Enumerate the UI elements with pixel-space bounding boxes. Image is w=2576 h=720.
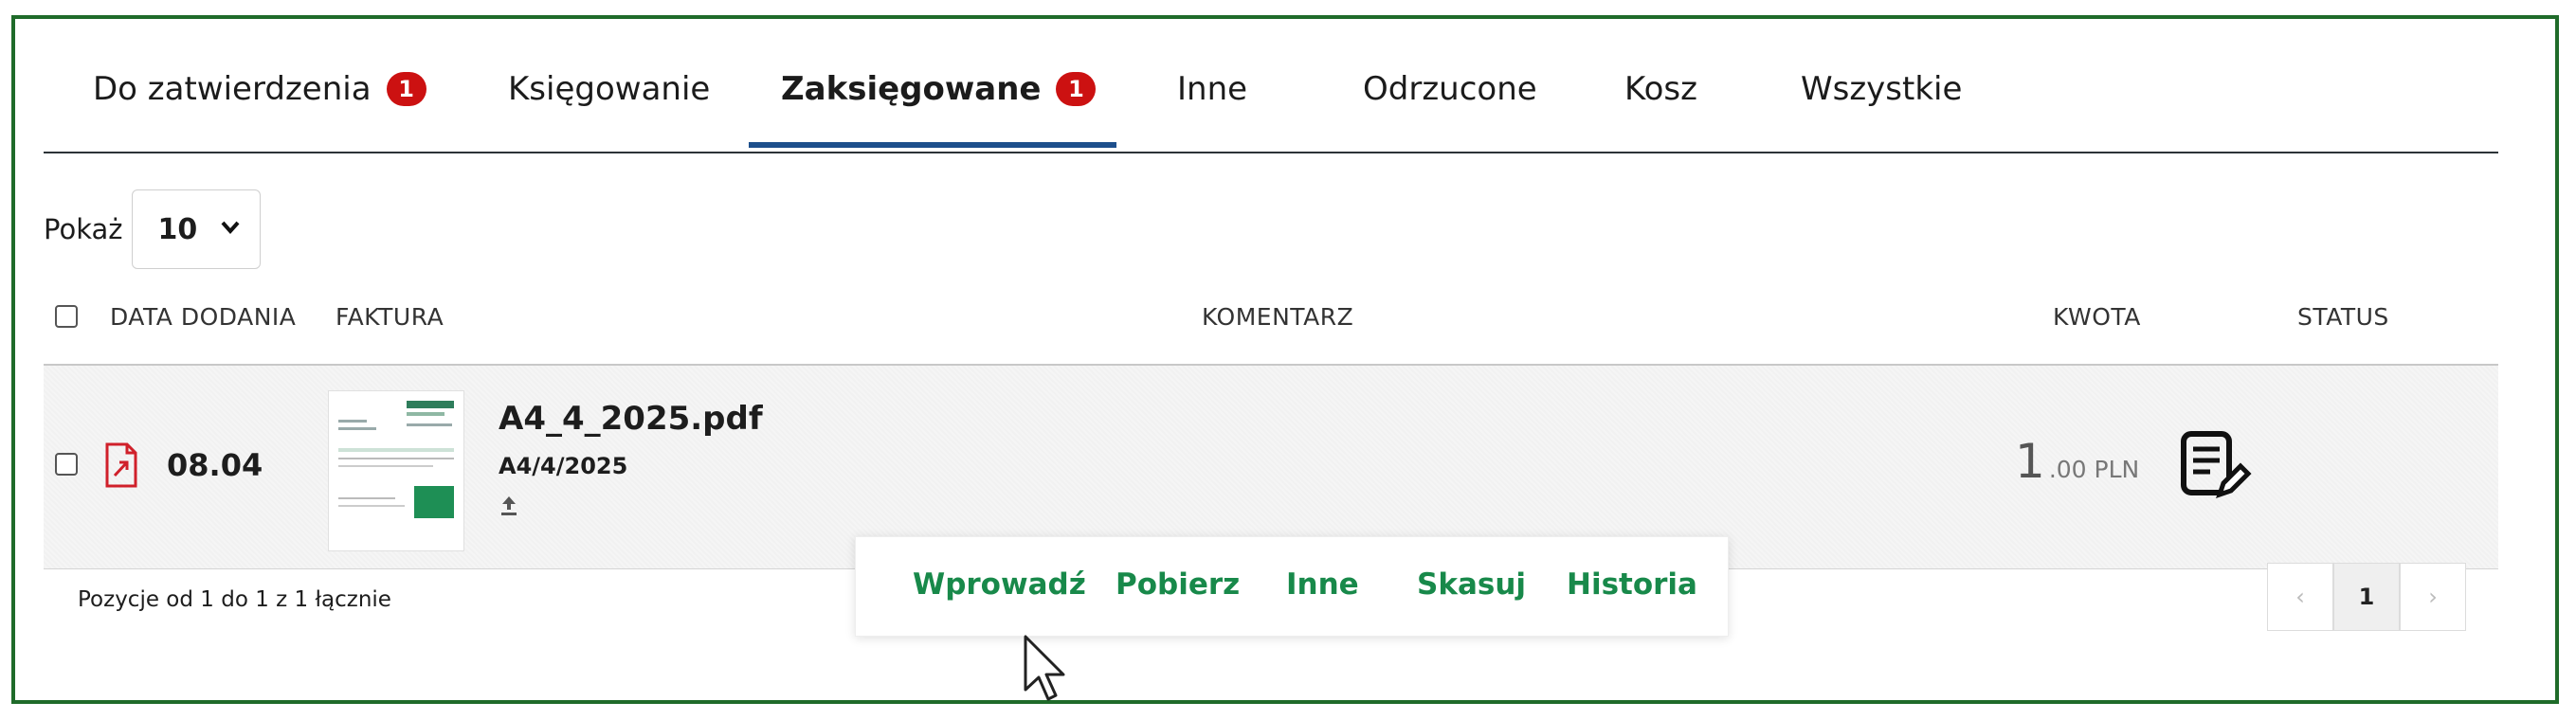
tab-label: Wszystkie bbox=[1801, 70, 1963, 108]
main-panel: Do zatwierdzenia 1 Księgowanie Zaksięgow… bbox=[11, 15, 2559, 704]
chevron-down-icon bbox=[220, 213, 241, 247]
tab-bar: Do zatwierdzenia 1 Księgowanie Zaksięgow… bbox=[44, 19, 2498, 153]
action-pobierz[interactable]: Pobierz bbox=[1116, 567, 1240, 602]
page-size-select[interactable]: 10 bbox=[132, 189, 262, 269]
tab-label: Inne bbox=[1177, 70, 1248, 108]
select-all-checkbox[interactable] bbox=[55, 305, 78, 328]
tab-wszystkie[interactable]: Wszystkie bbox=[1801, 70, 1962, 108]
row-checkbox[interactable] bbox=[55, 453, 78, 476]
tab-kosz[interactable]: Kosz bbox=[1624, 70, 1697, 108]
column-header-status: STATUS bbox=[2297, 303, 2389, 331]
action-historia[interactable]: Historia bbox=[1567, 567, 1697, 602]
count-badge: 1 bbox=[1056, 72, 1097, 106]
invoice-file-name[interactable]: A4_4_2025.pdf bbox=[499, 400, 763, 438]
tab-label: Kosz bbox=[1624, 70, 1697, 108]
tab-inne[interactable]: Inne bbox=[1177, 70, 1247, 108]
tab-zaksiegowane[interactable]: Zaksięgowane 1 bbox=[781, 70, 1097, 108]
tab-label: Odrzucone bbox=[1363, 70, 1537, 108]
next-page-button[interactable]: › bbox=[2400, 563, 2466, 631]
pdf-file-icon[interactable] bbox=[104, 441, 138, 489]
action-skasuj[interactable]: Skasuj bbox=[1417, 567, 1526, 602]
column-header-invoice: FAKTURA bbox=[336, 303, 444, 331]
column-header-date[interactable]: DATA DODANIA bbox=[110, 303, 296, 331]
page-size-label: Pokaż bbox=[44, 213, 123, 245]
tab-label: Do zatwierdzenia bbox=[93, 70, 372, 108]
invoice-number: A4/4/2025 bbox=[499, 453, 628, 479]
invoice-thumbnail[interactable] bbox=[328, 390, 464, 551]
column-header-amount[interactable]: KWOTA bbox=[2053, 303, 2141, 331]
tab-ksiegowanie[interactable]: Księgowanie bbox=[508, 70, 710, 108]
page-1-button[interactable]: 1 bbox=[2333, 563, 2400, 631]
edit-document-icon[interactable] bbox=[2178, 428, 2254, 504]
count-badge: 1 bbox=[386, 72, 426, 106]
tab-label: Zaksięgowane bbox=[781, 70, 1042, 108]
mouse-cursor-icon bbox=[1022, 633, 1069, 709]
upload-icon[interactable] bbox=[499, 493, 519, 524]
tab-do-zatwierdzenia[interactable]: Do zatwierdzenia 1 bbox=[93, 70, 426, 108]
tab-odrzucone[interactable]: Odrzucone bbox=[1363, 70, 1537, 108]
pagination-summary: Pozycje od 1 do 1 z 1 łącznie bbox=[78, 587, 391, 612]
row-date: 08.04 bbox=[167, 447, 263, 483]
page-size-control: Pokaż 10 bbox=[44, 189, 262, 269]
action-inne[interactable]: Inne bbox=[1286, 567, 1359, 602]
active-tab-indicator bbox=[749, 142, 1116, 148]
previous-page-button[interactable]: ‹ bbox=[2267, 563, 2333, 631]
tab-label: Księgowanie bbox=[508, 70, 711, 108]
pagination: ‹ 1 › bbox=[2267, 563, 2466, 631]
row-actions-menu: Wprowadź Pobierz Inne Skasuj Historia bbox=[855, 536, 1729, 637]
page-size-value: 10 bbox=[157, 212, 198, 246]
invoice-amount: 1.00 PLN bbox=[2015, 434, 2140, 489]
column-header-comment: KOMENTARZ bbox=[1202, 303, 1354, 331]
table-header: DATA DODANIA FAKTURA KOMENTARZ KWOTA STA… bbox=[44, 284, 2498, 366]
action-wprowadz[interactable]: Wprowadź bbox=[913, 567, 1086, 602]
